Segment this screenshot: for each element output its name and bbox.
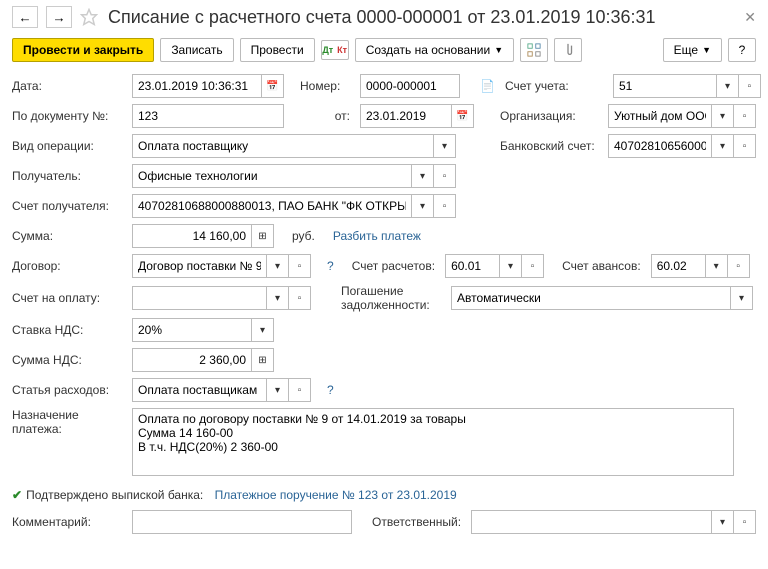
org-label: Организация: — [500, 109, 600, 123]
debt-repay-label: Погашение задолженности: — [341, 284, 441, 312]
dropdown-icon[interactable]: ▾ — [267, 286, 289, 310]
split-payment-link[interactable]: Разбить платеж — [333, 229, 421, 243]
dropdown-icon[interactable]: ▾ — [267, 254, 289, 278]
open-icon[interactable]: ▫ — [728, 254, 750, 278]
invoice-label: Счет на оплату: — [12, 291, 122, 305]
open-icon[interactable]: ▫ — [734, 510, 756, 534]
structure-button[interactable] — [520, 38, 548, 62]
close-icon[interactable]: ✕ — [744, 9, 756, 26]
responsible-label: Ответственный: — [372, 515, 461, 529]
open-icon[interactable]: ▫ — [434, 194, 456, 218]
account-input[interactable] — [613, 74, 717, 98]
open-icon[interactable]: ▫ — [289, 254, 311, 278]
contract-input[interactable] — [132, 254, 267, 278]
open-icon[interactable]: ▫ — [289, 378, 311, 402]
help-icon[interactable]: ? — [327, 383, 334, 397]
dropdown-icon[interactable]: ▾ — [500, 254, 522, 278]
number-input[interactable] — [360, 74, 460, 98]
expense-label: Статья расходов: — [12, 383, 122, 397]
favorite-star-icon[interactable] — [80, 7, 100, 27]
number-label: Номер: — [300, 79, 350, 93]
open-icon[interactable]: ▫ — [434, 164, 456, 188]
vat-sum-label: Сумма НДС: — [12, 353, 122, 367]
calculator-icon[interactable]: ⊞ — [252, 348, 274, 372]
contract-label: Договор: — [12, 259, 122, 273]
post-and-close-button[interactable]: Провести и закрыть — [12, 38, 154, 62]
window-title: Списание с расчетного счета 0000-000001 … — [108, 7, 736, 28]
dropdown-icon[interactable]: ▾ — [706, 254, 728, 278]
comment-input[interactable] — [132, 510, 352, 534]
back-button[interactable]: ← — [12, 6, 38, 28]
debt-repay-input[interactable] — [451, 286, 731, 310]
responsible-input[interactable] — [471, 510, 712, 534]
account-label: Счет учета: — [505, 79, 605, 93]
doc-date-input[interactable] — [360, 104, 452, 128]
calculator-icon[interactable]: ⊞ — [252, 224, 274, 248]
dropdown-icon[interactable]: ▾ — [712, 510, 734, 534]
settle-acc-input[interactable] — [445, 254, 500, 278]
doc-date-label: от: — [300, 109, 350, 123]
rub-label: руб. — [292, 229, 315, 243]
attach-button[interactable] — [554, 38, 582, 62]
open-icon[interactable]: ▫ — [739, 74, 761, 98]
op-type-label: Вид операции: — [12, 139, 122, 153]
open-icon[interactable]: ▫ — [522, 254, 544, 278]
date-label: Дата: — [12, 79, 122, 93]
dropdown-icon[interactable]: ▾ — [731, 286, 753, 310]
more-button[interactable]: Еще ▼ — [663, 38, 722, 62]
dropdown-icon[interactable]: ▾ — [717, 74, 739, 98]
settle-acc-label: Счет расчетов: — [352, 259, 435, 273]
vat-rate-input[interactable] — [132, 318, 252, 342]
invoice-input[interactable] — [132, 286, 267, 310]
payment-order-link[interactable]: Платежное поручение № 123 от 23.01.2019 — [215, 488, 457, 502]
advance-acc-label: Счет авансов: — [562, 259, 641, 273]
expense-input[interactable] — [132, 378, 267, 402]
dropdown-icon[interactable]: ▾ — [267, 378, 289, 402]
recipient-input[interactable] — [132, 164, 412, 188]
comment-label: Комментарий: — [12, 515, 122, 529]
bank-acc-label: Банковский счет: — [500, 139, 600, 153]
create-based-on-button[interactable]: Создать на основании ▼ — [355, 38, 514, 62]
forward-button[interactable]: → — [46, 6, 72, 28]
sum-input[interactable] — [132, 224, 252, 248]
dropdown-icon[interactable]: ▾ — [412, 194, 434, 218]
recipient-label: Получатель: — [12, 169, 122, 183]
op-type-input[interactable] — [132, 134, 434, 158]
sum-label: Сумма: — [12, 229, 122, 243]
help-icon[interactable]: ? — [327, 259, 334, 273]
rec-acc-label: Счет получателя: — [12, 199, 122, 213]
dropdown-icon[interactable]: ▾ — [712, 104, 734, 128]
doc-no-label: По документу №: — [12, 109, 122, 123]
confirmed-label: Подтверждено выпиской банка: — [26, 488, 203, 502]
vat-rate-label: Ставка НДС: — [12, 323, 122, 337]
vat-sum-input[interactable] — [132, 348, 252, 372]
doc-icon[interactable]: 📄 — [480, 79, 495, 93]
bank-acc-input[interactable] — [608, 134, 712, 158]
advance-acc-input[interactable] — [651, 254, 706, 278]
org-input[interactable] — [608, 104, 712, 128]
date-input[interactable] — [132, 74, 262, 98]
dropdown-icon[interactable]: ▾ — [434, 134, 456, 158]
rec-acc-input[interactable] — [132, 194, 412, 218]
post-button[interactable]: Провести — [240, 38, 315, 62]
dropdown-icon[interactable]: ▾ — [252, 318, 274, 342]
dropdown-icon[interactable]: ▾ — [412, 164, 434, 188]
dropdown-icon[interactable]: ▾ — [712, 134, 734, 158]
open-icon[interactable]: ▫ — [289, 286, 311, 310]
doc-no-input[interactable] — [132, 104, 284, 128]
open-icon[interactable]: ▫ — [734, 134, 756, 158]
dt-kt-button[interactable]: ДтКт — [321, 40, 349, 60]
purpose-label: Назначение платежа: — [12, 408, 122, 436]
calendar-icon[interactable]: 📅 — [452, 104, 474, 128]
open-icon[interactable]: ▫ — [734, 104, 756, 128]
purpose-input[interactable] — [132, 408, 734, 476]
help-button[interactable]: ? — [728, 38, 756, 62]
save-button[interactable]: Записать — [160, 38, 233, 62]
calendar-icon[interactable]: 📅 — [262, 74, 284, 98]
confirmed-checkbox[interactable]: ✔ — [12, 488, 22, 502]
